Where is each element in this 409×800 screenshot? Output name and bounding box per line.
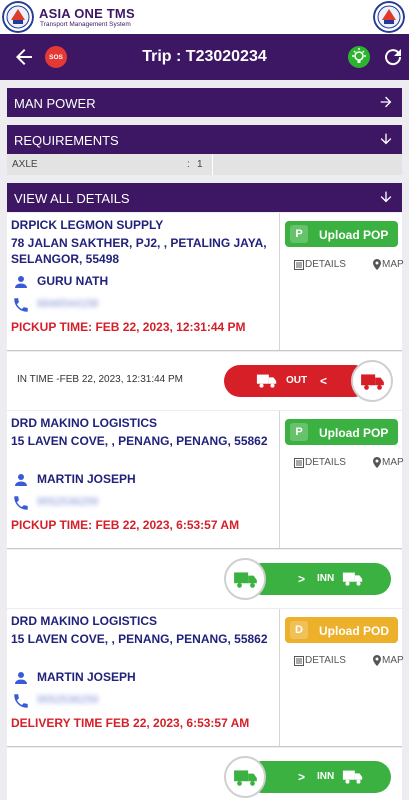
details-link[interactable]: DETAILS <box>305 655 346 666</box>
divider <box>212 154 213 175</box>
person-icon <box>15 276 27 288</box>
details-link[interactable]: DETAILS <box>305 259 346 270</box>
divider <box>279 213 280 351</box>
inn-label: INN <box>317 771 335 782</box>
stop-name: DRPICK LEGMON SUPPLY <box>11 218 164 232</box>
stop-card: DRD MAKINO LOGISTICS 15 LAVEN COVE, , PE… <box>7 609 404 747</box>
map-pin-icon[interactable] <box>373 259 381 270</box>
out-button[interactable]: OUT < <box>224 365 370 397</box>
inn-button[interactable]: > INN <box>246 761 391 793</box>
details-icon[interactable] <box>294 656 304 666</box>
stop-card: DRD MAKINO LOGISTICS 15 LAVEN COVE, , PE… <box>7 411 404 549</box>
details-link[interactable]: DETAILS <box>305 457 346 468</box>
divider <box>7 548 402 549</box>
truck-icon <box>342 572 363 586</box>
chevron-right-icon: > <box>298 770 306 784</box>
map-link[interactable]: MAP <box>382 259 404 270</box>
upload-label: Upload POP <box>319 426 389 440</box>
refresh-icon[interactable] <box>381 45 405 69</box>
contact-phone[interactable]: 6846544158 <box>37 298 98 310</box>
brand-subtitle: Transport Management System <box>40 21 131 28</box>
stop-address: 78 JALAN SAKTHER, PJ2, , PETALING JAYA, … <box>11 236 267 266</box>
inn-button[interactable]: > INN <box>246 563 391 595</box>
map-link[interactable]: MAP <box>382 457 404 468</box>
manpower-section-bar[interactable]: MAN POWER <box>7 88 402 117</box>
contact-phone[interactable]: 9552536259 <box>37 496 98 508</box>
truck-icon <box>234 572 257 588</box>
top-toolbar: SOS Trip : T23020234 <box>0 34 409 80</box>
stop-address: 15 LAVEN COVE, , PENANG, PENANG, 55862 <box>11 632 268 646</box>
requirements-label: REQUIREMENTS <box>14 133 119 148</box>
truck-icon <box>234 770 257 786</box>
requirement-row-axle: AXLE : 1 <box>7 154 402 175</box>
upload-label: Upload POP <box>319 228 389 242</box>
logo-icon <box>373 1 405 33</box>
inn-strip: > INN <box>7 550 402 608</box>
manpower-label: MAN POWER <box>14 96 96 111</box>
arrow-right-icon <box>380 96 392 108</box>
stop-address: 15 LAVEN COVE, , PENANG, PENANG, 55862 <box>11 434 268 448</box>
person-icon <box>15 672 27 684</box>
divider <box>7 350 402 351</box>
contact-person: MARTIN JOSEPH <box>37 670 136 684</box>
truck-circle[interactable] <box>351 360 393 402</box>
pickup-time: PICKUP TIME: FEB 22, 2023, 6:53:57 AM <box>11 518 240 532</box>
person-icon <box>15 474 27 486</box>
pickup-time: PICKUP TIME: FEB 22, 2023, 12:31:44 PM <box>11 320 246 334</box>
arrow-down-icon <box>380 191 392 203</box>
stop-name: DRD MAKINO LOGISTICS <box>11 416 157 430</box>
requirement-key: AXLE <box>12 159 38 170</box>
arrow-down-icon <box>380 133 392 145</box>
truck-circle[interactable] <box>224 756 266 798</box>
brand-title: ASIA ONE TMS <box>39 6 135 21</box>
contact-person: MARTIN JOSEPH <box>37 472 136 486</box>
divider <box>279 411 280 549</box>
phone-icon[interactable] <box>12 692 30 710</box>
details-icon[interactable] <box>294 458 304 468</box>
requirements-section-bar[interactable]: REQUIREMENTS <box>7 125 402 154</box>
phone-icon[interactable] <box>12 494 30 512</box>
requirement-separator: : <box>187 159 190 170</box>
contact-person: GURU NATH <box>37 274 109 288</box>
truck-icon <box>256 374 277 388</box>
upload-badge: P <box>290 225 308 243</box>
chevron-right-icon: > <box>298 572 306 586</box>
in-time-label: IN TIME -FEB 22, 2023, 12:31:44 PM <box>17 374 184 385</box>
upload-badge: D <box>290 621 308 639</box>
contact-phone[interactable]: 9552536259 <box>37 694 98 706</box>
inn-strip: > INN <box>7 748 402 800</box>
view-all-details-bar[interactable]: VIEW ALL DETAILS <box>7 183 402 212</box>
upload-pod-button[interactable]: D Upload POD <box>285 617 398 643</box>
stop-card: DRPICK LEGMON SUPPLY 78 JALAN SAKTHER, P… <box>7 213 404 351</box>
requirement-value: 1 <box>197 159 203 170</box>
details-icon[interactable] <box>294 260 304 270</box>
truck-icon <box>361 374 384 390</box>
phone-icon[interactable] <box>12 296 30 314</box>
out-label: OUT <box>286 375 308 386</box>
truck-circle[interactable] <box>224 558 266 600</box>
brand-header: ASIA ONE TMS Transport Management System <box>0 0 409 34</box>
inn-label: INN <box>317 573 335 584</box>
upload-pop-button[interactable]: P Upload POP <box>285 221 398 247</box>
upload-label: Upload POD <box>319 624 390 638</box>
map-link[interactable]: MAP <box>382 655 404 666</box>
divider <box>7 746 402 747</box>
divider <box>279 609 280 747</box>
logo-icon <box>2 1 34 33</box>
in-out-strip: IN TIME -FEB 22, 2023, 12:31:44 PM OUT < <box>7 352 402 410</box>
map-pin-icon[interactable] <box>373 655 381 666</box>
map-pin-icon[interactable] <box>373 457 381 468</box>
bulb-icon <box>352 48 366 63</box>
stop-name: DRD MAKINO LOGISTICS <box>11 614 157 628</box>
chevron-left-icon: < <box>320 374 328 388</box>
view-all-details-label: VIEW ALL DETAILS <box>14 191 130 206</box>
upload-pop-button[interactable]: P Upload POP <box>285 419 398 445</box>
upload-badge: P <box>290 423 308 441</box>
truck-icon <box>342 770 363 784</box>
bulb-button[interactable] <box>348 46 370 68</box>
delivery-time: DELIVERY TIME FEB 22, 2023, 6:53:57 AM <box>11 716 250 730</box>
